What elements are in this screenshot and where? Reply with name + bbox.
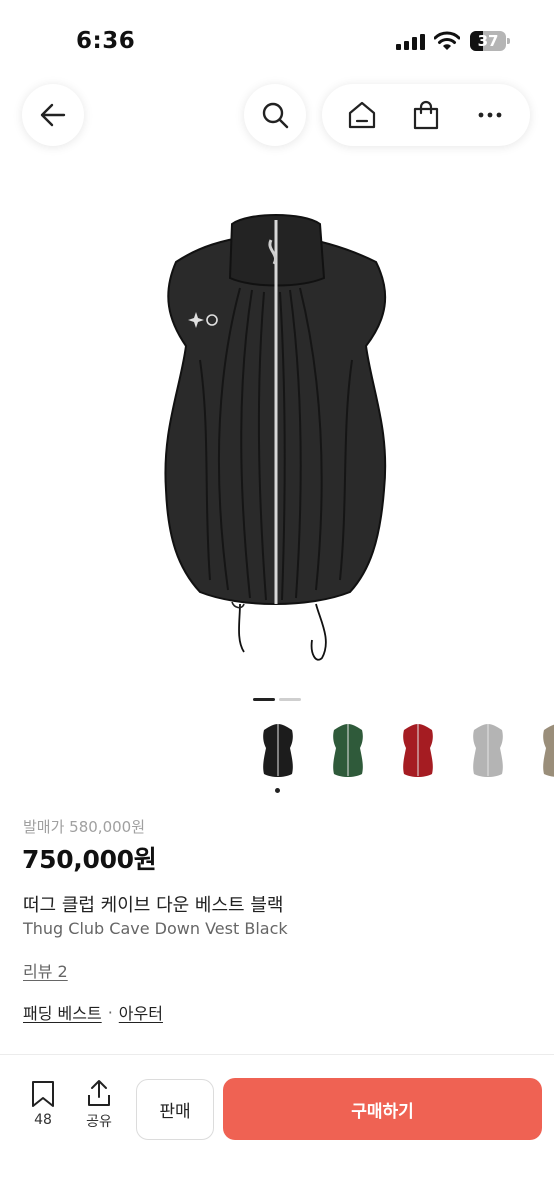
shopping-bag-icon <box>413 100 439 130</box>
color-thumbnail-black[interactable] <box>250 718 306 782</box>
product-name-korean: 떠그 클럽 케이브 다운 베스트 블랙 <box>23 895 284 916</box>
color-thumbnail-beige[interactable] <box>530 718 554 782</box>
color-thumbnail-green[interactable] <box>320 718 376 782</box>
retail-price: 발매가 580,000원 <box>23 818 145 836</box>
product-name-english: Thug Club Cave Down Vest Black <box>23 919 288 938</box>
search-button[interactable] <box>244 84 306 146</box>
back-button[interactable] <box>22 84 84 146</box>
arrow-left-icon <box>40 103 66 127</box>
status-bar: 6:36 37 <box>0 0 554 84</box>
share-icon <box>88 1080 110 1106</box>
product-image[interactable] <box>140 200 414 670</box>
color-thumbnails <box>250 718 554 798</box>
home-button[interactable] <box>342 95 382 135</box>
color-thumbnail-gray[interactable] <box>460 718 516 782</box>
bookmark-icon <box>32 1081 54 1107</box>
share-label: 공유 <box>86 1114 112 1130</box>
cart-button[interactable] <box>406 95 446 135</box>
sell-button[interactable]: 판매 <box>136 1079 214 1140</box>
status-time: 6:36 <box>76 28 136 54</box>
share-button[interactable]: 공유 <box>80 1079 118 1131</box>
bookmark-button[interactable]: 48 <box>24 1080 62 1128</box>
more-horizontal-icon <box>478 112 502 118</box>
bottom-bar-divider <box>0 1054 554 1055</box>
color-thumbnail-red[interactable] <box>390 718 446 782</box>
image-pager-inactive <box>279 698 301 701</box>
battery-indicator: 37 <box>470 31 510 51</box>
category-link-outer[interactable]: 아우터 <box>119 1000 163 1024</box>
price: 750,000원 <box>22 845 157 874</box>
category-link-padding-vest[interactable]: 패딩 베스트 <box>23 1000 102 1024</box>
wifi-icon <box>434 31 460 50</box>
buy-button[interactable]: 구매하기 <box>223 1078 542 1140</box>
category-breadcrumb: 패딩 베스트 · 아우터 <box>23 1000 163 1024</box>
cellular-signal-icon <box>396 34 425 50</box>
bookmark-count: 48 <box>34 1112 52 1128</box>
search-icon <box>262 102 289 129</box>
home-icon <box>348 101 376 129</box>
battery-percent: 37 <box>477 32 499 50</box>
category-separator: · <box>107 1002 113 1022</box>
more-button[interactable] <box>470 95 510 135</box>
image-pager-active <box>253 698 275 701</box>
review-link[interactable]: 리뷰 2 <box>23 958 68 982</box>
nav-action-group <box>322 84 530 146</box>
selected-thumbnail-indicator <box>275 788 280 793</box>
